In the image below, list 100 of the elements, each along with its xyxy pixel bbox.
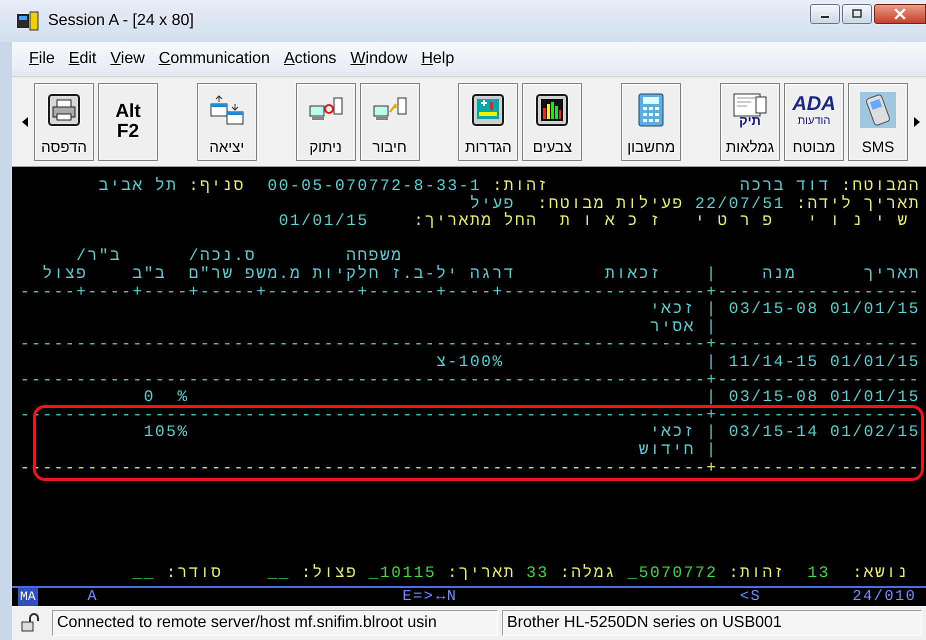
table-text: 100%-צ bbox=[436, 354, 504, 372]
lock-icon bbox=[20, 613, 42, 633]
close-icon bbox=[894, 8, 906, 20]
status-indicator: MA bbox=[18, 588, 38, 606]
window-title: Session A - [24 x 80] bbox=[48, 12, 194, 30]
table-text: 01/02/15 bbox=[830, 424, 920, 442]
table-text: 01/01/15 bbox=[830, 354, 920, 372]
table-text: 03/15-14 bbox=[728, 424, 819, 442]
terminal-text: 22/07/51 bbox=[695, 196, 785, 214]
table-text: | bbox=[706, 301, 718, 319]
maximize-button[interactable] bbox=[842, 4, 872, 24]
monitor-icon bbox=[472, 94, 504, 126]
menu-item[interactable]: Actions bbox=[276, 47, 344, 71]
toolbar-button[interactable]: ניתוק bbox=[296, 82, 356, 160]
table-text: דרגה bbox=[470, 266, 515, 284]
table-text: 0 bbox=[144, 389, 155, 407]
table-text: פצול bbox=[42, 266, 88, 284]
toolbar-button[interactable]: הדפסה bbox=[34, 82, 94, 160]
status-text: E=> bbox=[402, 588, 436, 606]
table-text: 01/01/15 bbox=[830, 301, 920, 319]
input-field[interactable]: 33 bbox=[526, 565, 549, 583]
table-text: 11/14-15 bbox=[728, 354, 819, 372]
scroll-left-icon[interactable] bbox=[22, 116, 28, 126]
table-text: 01/01/15 bbox=[830, 389, 920, 407]
terminal-text: המבוטח: bbox=[841, 178, 920, 195]
input-field[interactable]: __ bbox=[132, 565, 155, 583]
table-text: אסיר bbox=[650, 318, 695, 336]
table-text: מ.משפ bbox=[245, 266, 302, 284]
maximize-icon bbox=[852, 9, 862, 19]
status-text: 24/010 bbox=[852, 588, 918, 606]
menu-item[interactable]: File bbox=[22, 47, 62, 71]
terminal-text: פעילות מבוטח: bbox=[538, 196, 684, 214]
toolbar-button[interactable]: חיבור bbox=[360, 82, 420, 160]
table-text: ב"ר/ bbox=[76, 248, 122, 266]
windows-icon bbox=[208, 94, 245, 126]
terminal-text: 00-05-070772-8-33-1 bbox=[268, 178, 482, 195]
table-text: ב"ב bbox=[132, 266, 166, 284]
terminal-text: סניף: bbox=[188, 178, 245, 196]
toolbar-button[interactable]: תיק גמלאות bbox=[720, 82, 780, 160]
table-rule: -------------------------------------------------------------+------------------ bbox=[20, 372, 920, 389]
table-text: שר"ם bbox=[188, 266, 234, 284]
printer-icon bbox=[48, 94, 80, 126]
table-text: | bbox=[706, 424, 718, 442]
table-text: יל-ב.ז bbox=[391, 266, 459, 284]
status-panel: Connected to remote server/host mf.snifim.blroot usin bbox=[52, 610, 498, 636]
menu-item[interactable]: Window bbox=[343, 47, 414, 71]
menu-item[interactable]: Help bbox=[414, 47, 462, 71]
input-field[interactable]: 13 bbox=[808, 565, 830, 583]
terminal-text: 01/01/15 bbox=[278, 213, 369, 231]
minimize-icon bbox=[821, 16, 829, 18]
status-text: ↔N bbox=[436, 588, 459, 606]
table-rule: -------------------------------------------------------------+------------------ bbox=[20, 336, 920, 354]
field-label: תאריך: bbox=[448, 565, 515, 583]
table-text: 105% bbox=[144, 424, 189, 442]
status-text: A bbox=[88, 588, 99, 606]
field-label: סודר: bbox=[166, 565, 222, 583]
toolbar-button[interactable]: צבעים bbox=[522, 82, 582, 160]
scroll-right-icon[interactable] bbox=[914, 116, 920, 126]
phone-icon bbox=[860, 92, 896, 128]
terminal-text: תל אביב bbox=[98, 178, 178, 196]
table-text: | bbox=[706, 442, 718, 460]
status-panel: Brother HL-5250DN series on USB001 bbox=[502, 610, 922, 636]
table-text: ס.נכה/ bbox=[188, 248, 256, 266]
table-text: זכאות bbox=[605, 266, 662, 284]
table-text: זכאי bbox=[650, 301, 695, 319]
table-text: 03/15-08 bbox=[728, 389, 819, 407]
table-text: תאריך bbox=[864, 266, 920, 284]
toolbar-button[interactable]: SMS bbox=[848, 82, 908, 160]
input-field[interactable]: 10115_ bbox=[368, 565, 436, 583]
table-text: | bbox=[706, 318, 718, 336]
table-text: מנה bbox=[762, 266, 796, 284]
app-icon bbox=[16, 11, 40, 31]
table-text: | bbox=[706, 354, 718, 372]
terminal-text: החל מתאריך: bbox=[414, 213, 538, 231]
status-text: <S bbox=[740, 588, 762, 606]
terminal-text: תאריך לידה: bbox=[796, 196, 920, 214]
table-text: חלקיות bbox=[312, 266, 380, 284]
input-field[interactable]: __ bbox=[268, 565, 290, 583]
field-label: גמלה: bbox=[560, 565, 616, 583]
field-label: פצול: bbox=[301, 565, 358, 583]
toolbar-button[interactable]: יציאה bbox=[196, 82, 257, 160]
calculator-icon bbox=[637, 92, 666, 126]
menu-item[interactable]: Communication bbox=[152, 47, 277, 71]
toolbar-button[interactable]: מחשבון bbox=[621, 82, 682, 160]
terminal-text: ש י נ ו י פ ר ט י ז כ א ו ת bbox=[560, 213, 909, 231]
table-text: חידוש bbox=[638, 442, 695, 460]
toolbar-button[interactable]: הגדרות bbox=[458, 82, 518, 160]
minimize-button[interactable] bbox=[810, 4, 840, 24]
close-button[interactable] bbox=[874, 4, 926, 24]
table-text: % bbox=[178, 389, 189, 407]
table-text: | bbox=[706, 266, 718, 284]
menu-item[interactable]: View bbox=[103, 47, 152, 71]
table-text: זכאי bbox=[650, 424, 695, 442]
menu-item[interactable]: Edit bbox=[62, 47, 104, 71]
toolbar-button[interactable]: Alt F2 bbox=[98, 82, 158, 160]
terminal-text: פעיל bbox=[470, 196, 515, 213]
terminal-text: זהות: bbox=[492, 178, 549, 195]
table-text: משפחה bbox=[346, 248, 402, 266]
input-field[interactable]: 5070772_ bbox=[628, 565, 718, 583]
terminal-text: דוד ברכה bbox=[740, 178, 830, 195]
